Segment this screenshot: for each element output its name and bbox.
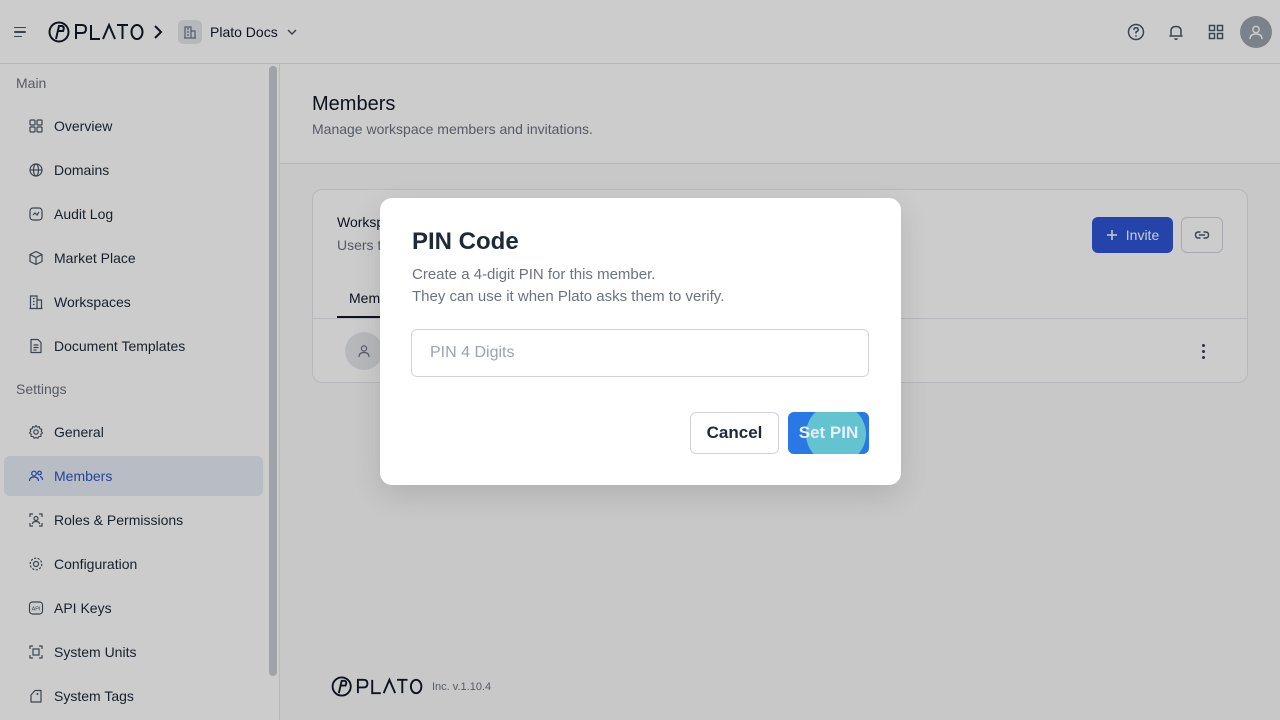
pin-input[interactable]	[411, 329, 869, 377]
dialog-description-line-2: They can use it when Plato asks them to …	[412, 288, 725, 305]
set-pin-label: Set PIN	[798, 423, 859, 442]
dialog-description: Create a 4-digit PIN for this member. Th…	[412, 264, 724, 308]
dialog-description-line-1: Create a 4-digit PIN for this member.	[412, 266, 656, 283]
dialog-title: PIN Code	[412, 228, 519, 255]
pin-code-dialog: PIN Code Create a 4-digit PIN for this m…	[380, 198, 901, 485]
cancel-button[interactable]: Cancel	[690, 412, 779, 454]
set-pin-button[interactable]: Set PIN	[788, 412, 869, 454]
